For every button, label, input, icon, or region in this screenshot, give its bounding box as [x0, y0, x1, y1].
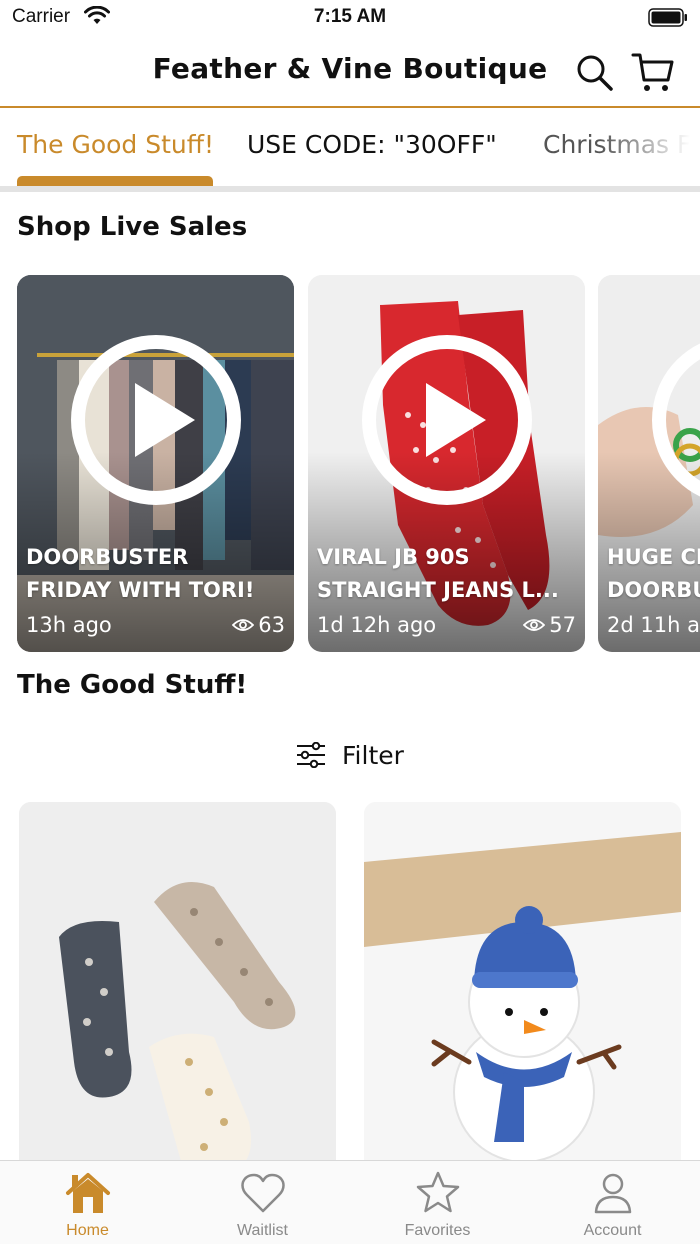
- filter-button[interactable]: Filter: [296, 735, 404, 775]
- play-icon[interactable]: [362, 335, 532, 505]
- nav-home-label: Home: [66, 1222, 109, 1239]
- view-count: 63: [258, 613, 285, 637]
- live-sale-title-line2: FRIDAY WITH TORI!: [26, 578, 255, 602]
- nav-waitlist[interactable]: Waitlist: [175, 1161, 350, 1244]
- tab-fade-overlay: [600, 110, 700, 186]
- category-tabs: The Good Stuff! USE CODE: "30OFF" Christ…: [0, 110, 700, 192]
- clock: 7:15 AM: [313, 6, 387, 27]
- live-sale-title-line1: DOORBUSTER: [26, 545, 189, 569]
- product-card[interactable]: [364, 802, 681, 1172]
- tab-use-code[interactable]: USE CODE: "30OFF": [247, 130, 497, 159]
- nav-account-label: Account: [583, 1222, 642, 1239]
- cart-icon[interactable]: [630, 50, 676, 94]
- live-sale-views: 57: [523, 613, 576, 637]
- nav-account[interactable]: Account: [525, 1161, 700, 1244]
- view-count: 57: [549, 613, 576, 637]
- heart-icon: [241, 1173, 285, 1213]
- live-sales-carousel[interactable]: DOORBUSTER FRIDAY WITH TORI! 13h ago 63: [0, 275, 700, 652]
- live-sale-time-ago: 2d 11h a: [607, 613, 700, 637]
- live-sale-card[interactable]: HUGE CH DOORBU 2d 11h a: [598, 275, 700, 652]
- home-icon: [66, 1173, 110, 1213]
- live-sale-card[interactable]: DOORBUSTER FRIDAY WITH TORI! 13h ago 63: [17, 275, 294, 652]
- live-sale-title: DOORBUSTER FRIDAY WITH TORI!: [26, 541, 288, 607]
- filter-label: Filter: [342, 740, 404, 770]
- live-sale-title-line2: DOORBU: [607, 578, 700, 602]
- live-sale-views: 63: [232, 613, 285, 637]
- good-stuff-heading: The Good Stuff!: [17, 670, 248, 700]
- leopard-socks-image: [19, 802, 336, 1172]
- live-sale-title: VIRAL JB 90S STRAIGHT JEANS L...: [317, 541, 579, 607]
- snowman-plush-image: [364, 802, 681, 1172]
- tab-the-good-stuff[interactable]: The Good Stuff!: [17, 130, 214, 159]
- sliders-icon: [297, 742, 325, 768]
- live-sale-title: HUGE CH DOORBU: [607, 541, 700, 607]
- eye-icon: [523, 619, 546, 631]
- play-icon[interactable]: [71, 335, 241, 505]
- nav-favorites-label: Favorites: [404, 1222, 471, 1239]
- bottom-nav: Home Waitlist Favorites Account: [0, 1160, 700, 1244]
- nav-waitlist-label: Waitlist: [237, 1222, 288, 1239]
- app-header: Feather & Vine Boutique: [0, 36, 700, 108]
- live-sale-card[interactable]: VIRAL JB 90S STRAIGHT JEANS L... 1d 12h …: [308, 275, 585, 652]
- live-sale-time-ago: 13h ago: [26, 613, 112, 637]
- nav-home[interactable]: Home: [0, 1161, 175, 1244]
- eye-icon: [232, 619, 255, 631]
- tab-divider: [0, 186, 700, 192]
- live-sale-title-line2: STRAIGHT JEANS L...: [317, 578, 559, 602]
- status-bar: Carrier 7:15 AM: [0, 0, 700, 36]
- search-icon[interactable]: [574, 52, 614, 92]
- live-sale-title-line1: HUGE CH: [607, 545, 700, 569]
- star-icon: [416, 1171, 460, 1213]
- nav-favorites[interactable]: Favorites: [350, 1161, 525, 1244]
- person-icon: [594, 1173, 632, 1214]
- product-card[interactable]: [19, 802, 336, 1172]
- live-sales-heading: Shop Live Sales: [17, 212, 248, 242]
- live-sale-time-ago: 1d 12h ago: [317, 613, 437, 637]
- live-sale-title-line1: VIRAL JB 90S: [317, 545, 470, 569]
- active-tab-indicator: [17, 176, 213, 186]
- battery-icon: [648, 8, 687, 27]
- play-icon[interactable]: [652, 335, 700, 505]
